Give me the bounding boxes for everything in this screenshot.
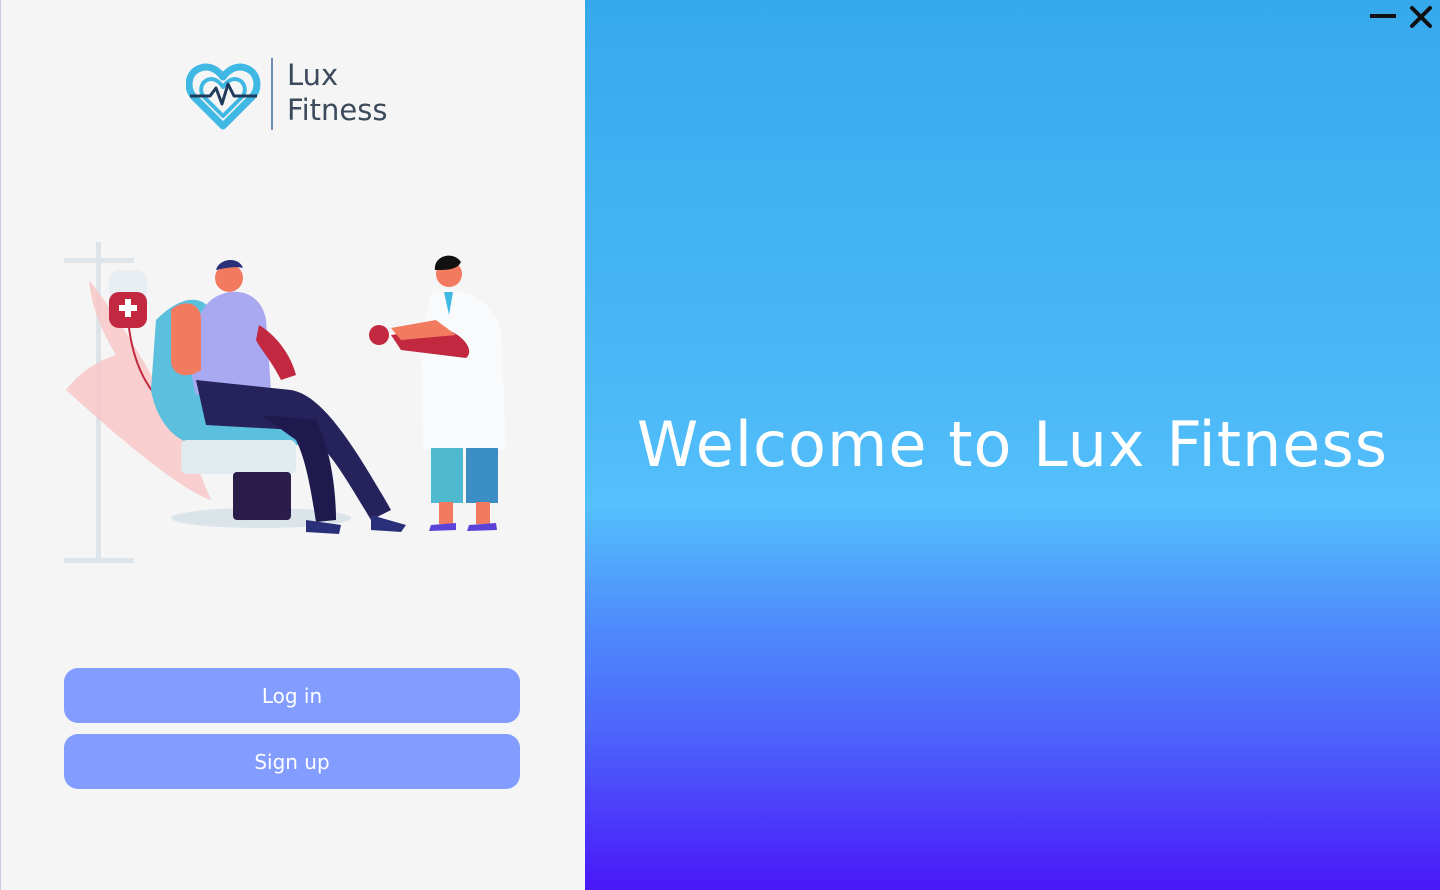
close-button[interactable] xyxy=(1408,4,1434,30)
brand-line-2: Fitness xyxy=(287,93,388,127)
login-button[interactable]: Log in xyxy=(64,668,520,723)
blood-donation-illustration xyxy=(64,242,506,563)
minimize-icon xyxy=(1370,14,1396,18)
signup-button[interactable]: Sign up xyxy=(64,734,520,789)
brand-line-1: Lux xyxy=(287,58,339,92)
welcome-heading: Welcome to Lux Fitness xyxy=(636,408,1389,481)
left-panel: Lux Fitness Log in Sign up xyxy=(0,0,585,890)
close-icon xyxy=(1410,6,1432,28)
brand-name: Lux Fitness xyxy=(287,58,387,128)
minimize-button[interactable] xyxy=(1370,4,1396,30)
logo-divider xyxy=(271,58,273,130)
heart-pulse-icon xyxy=(186,63,261,130)
